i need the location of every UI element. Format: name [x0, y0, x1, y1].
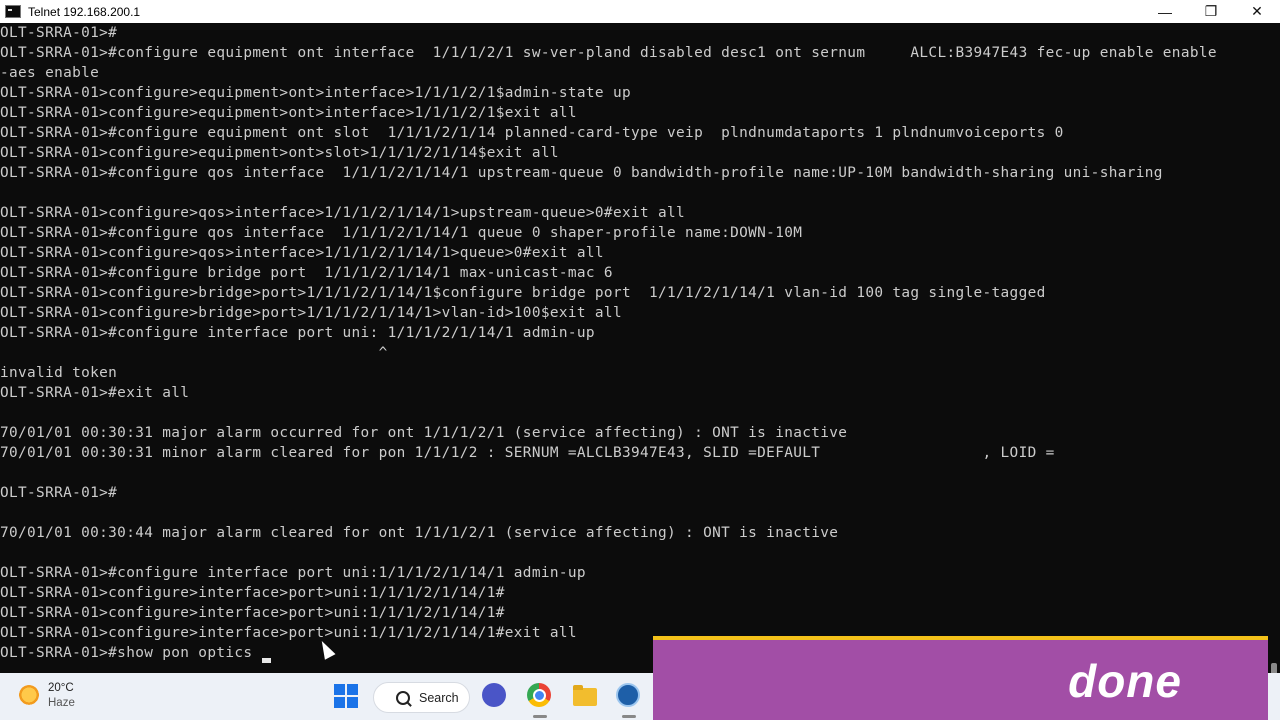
done-overlay-banner: done [653, 636, 1268, 720]
file-explorer-icon[interactable] [572, 683, 598, 709]
telnet-app-icon[interactable] [616, 683, 640, 707]
terminal-line: OLT-SRRA-01>configure>qos>interface>1/1/… [0, 245, 604, 261]
chrome-icon[interactable] [527, 683, 551, 707]
window-title: Telnet 192.168.200.1 [28, 4, 141, 19]
start-icon[interactable] [333, 683, 359, 709]
terminal-line: -aes enable [0, 65, 100, 81]
terminal-line: 70/01/01 00:30:31 major alarm occurred f… [0, 425, 848, 441]
terminal-line: OLT-SRRA-01>configure>interface>port>uni… [0, 585, 505, 601]
terminal-input-text: OLT-SRRA-01>#show pon optics [0, 645, 262, 661]
telnet-running-indicator [622, 715, 636, 718]
chrome-running-indicator [533, 715, 547, 718]
window-titlebar[interactable]: Telnet 192.168.200.1 — ❐ ✕ [0, 0, 1280, 23]
terminal-line: OLT-SRRA-01>#configure interface port un… [0, 565, 586, 581]
terminal-line: OLT-SRRA-01>#configure qos interface 1/1… [0, 225, 803, 241]
terminal-line: invalid token [0, 365, 118, 381]
done-caption: done [1068, 655, 1182, 707]
weather-temperature: 20°C [48, 682, 74, 694]
terminal-line: OLT-SRRA-01>#configure bridge port 1/1/1… [0, 265, 613, 281]
maximize-button[interactable]: ❐ [1188, 0, 1234, 23]
terminal-line: OLT-SRRA-01>configure>qos>interface>1/1/… [0, 205, 686, 221]
search-icon [396, 690, 410, 705]
console-app-icon [5, 5, 21, 18]
terminal-line: OLT-SRRA-01>configure>equipment>ont>slot… [0, 145, 559, 161]
terminal-line: OLT-SRRA-01>#configure qos interface 1/1… [0, 165, 1163, 181]
text-cursor [262, 658, 272, 663]
terminal-output[interactable]: OLT-SRRA-01># OLT-SRRA-01>#configure equ… [0, 23, 1268, 673]
close-button[interactable]: ✕ [1234, 0, 1280, 23]
terminal-line: OLT-SRRA-01>configure>interface>port>uni… [0, 605, 505, 621]
terminal-line: OLT-SRRA-01>#configure equipment ont slo… [0, 125, 1064, 141]
terminal-line: OLT-SRRA-01>configure>equipment>ont>inte… [0, 105, 577, 121]
terminal-line: OLT-SRRA-01>configure>bridge>port>1/1/1/… [0, 285, 1046, 301]
terminal-line: OLT-SRRA-01>#configure interface port un… [0, 325, 595, 341]
weather-widget[interactable]: 20°C Haze [18, 681, 75, 711]
weather-condition: Haze [48, 697, 75, 709]
terminal-line: 70/01/01 00:30:31 minor alarm cleared fo… [0, 445, 1055, 461]
minimize-button[interactable]: — [1142, 0, 1188, 23]
terminal-line: OLT-SRRA-01>configure>equipment>ont>inte… [0, 85, 631, 101]
search-label: Search [419, 690, 459, 705]
terminal-line: OLT-SRRA-01>configure>bridge>port>1/1/1/… [0, 305, 622, 321]
terminal-line: ^ [0, 345, 388, 361]
terminal-line: OLT-SRRA-01>#configure equipment ont int… [0, 45, 1217, 61]
terminal-line: OLT-SRRA-01># [0, 485, 118, 501]
meet-icon[interactable] [482, 683, 506, 707]
terminal-line: 70/01/01 00:30:44 major alarm cleared fo… [0, 525, 839, 541]
terminal-scrollbar[interactable] [1268, 23, 1280, 677]
taskbar-search-box[interactable]: Search [373, 682, 470, 713]
terminal-line: OLT-SRRA-01>#exit all [0, 385, 190, 401]
terminal-line: OLT-SRRA-01># [0, 25, 118, 41]
sun-haze-icon [18, 685, 40, 707]
